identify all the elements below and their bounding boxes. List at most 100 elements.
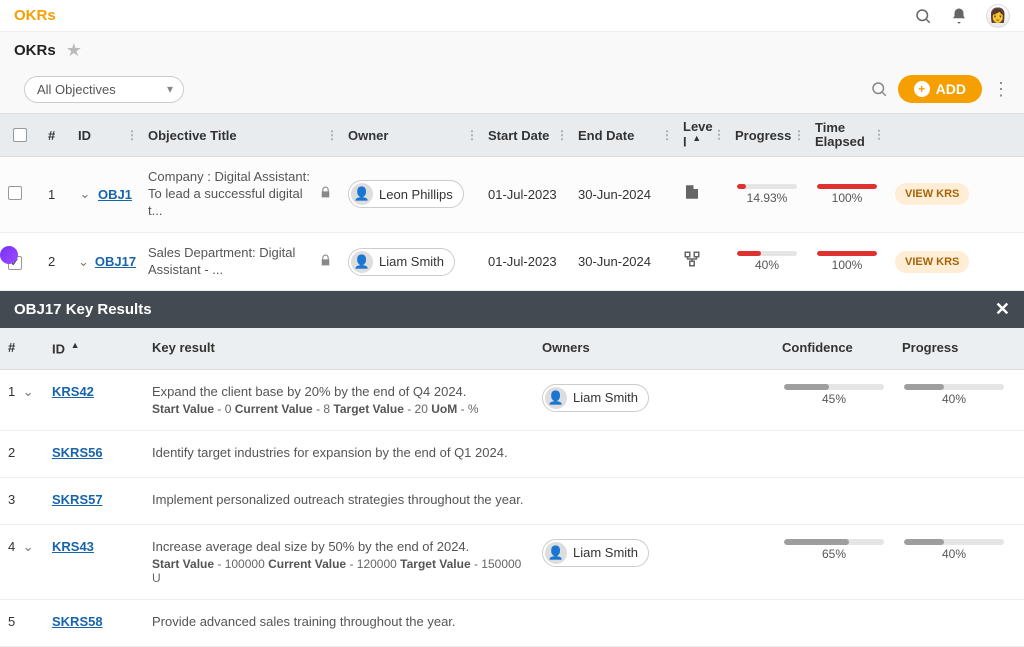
key-results-table-header: # ID ▲ Key result Owners Confidence Prog…: [0, 328, 1024, 369]
top-bar: OKRs 👩: [0, 0, 1024, 32]
keyresult-title: Expand the client base by 20% by the end…: [152, 384, 526, 399]
owner-name: Leon Phillips: [379, 187, 453, 202]
keyresult-meta: Start Value - 100000 Current Value - 120…: [152, 557, 526, 585]
kr-header-confidence[interactable]: Confidence: [774, 334, 894, 362]
kr-row-num: 1: [8, 384, 15, 399]
keyresult-link[interactable]: KRS43: [52, 539, 94, 554]
view-krs-button[interactable]: VIEW KRS: [895, 251, 969, 273]
keyresult-link[interactable]: KRS42: [52, 384, 94, 399]
header-owner[interactable]: Owner⋮: [340, 122, 480, 149]
list-item: 1 ⌄ KRS42 Expand the client base by 20% by …: [0, 370, 1024, 431]
chevron-down-icon[interactable]: ⌄: [21, 384, 35, 400]
plus-icon: +: [914, 81, 930, 97]
time-elapsed-value: 100%: [832, 258, 863, 272]
keyresult-link[interactable]: SKRS57: [52, 492, 103, 507]
chevron-down-icon[interactable]: ⌄: [78, 254, 89, 270]
owner-name: Liam Smith: [573, 545, 638, 560]
header-start-date[interactable]: Start Date⋮: [480, 122, 570, 149]
lock-icon: [319, 254, 332, 270]
key-results-panel-header: OBJ17 Key Results ✕: [0, 291, 1024, 328]
objectives-table-body: 1 ⌄ OBJ1 Company : Digital Assistant: To le…: [0, 157, 1024, 291]
objectives-table-header: # ID⋮ Objective Title⋮ Owner⋮ Start Date…: [0, 113, 1024, 157]
header-title[interactable]: Objective Title⋮: [140, 122, 340, 149]
end-date: 30-Jun-2024: [570, 183, 675, 206]
header-time-elapsed[interactable]: TimeElapsed⋮: [807, 115, 887, 156]
bell-icon[interactable]: [950, 7, 968, 25]
kr-row-num: 3: [8, 492, 15, 507]
owner-pill[interactable]: 👤 Liam Smith: [348, 248, 455, 276]
progress-value: 40%: [755, 258, 779, 272]
kr-row-num: 4: [8, 539, 15, 554]
list-item: 4 ⌄ KRS43 Increase average deal size by 50%…: [0, 525, 1024, 600]
owner-name: Liam Smith: [573, 390, 638, 405]
owner-pill[interactable]: 👤 Leon Phillips: [348, 180, 464, 208]
search-icon[interactable]: [914, 7, 932, 25]
table-search-icon[interactable]: [870, 80, 888, 98]
keyresult-title: Implement personalized outreach strategi…: [152, 492, 526, 507]
header-end-date[interactable]: End Date⋮: [570, 122, 675, 149]
end-date: 30-Jun-2024: [570, 250, 675, 273]
level-icon: [683, 188, 701, 205]
confidence-value: 65%: [822, 547, 846, 561]
kr-header-id[interactable]: ID ▲: [44, 334, 144, 362]
header-progress[interactable]: Progress⋮: [727, 122, 807, 149]
user-avatar[interactable]: 👩: [986, 4, 1010, 28]
add-button[interactable]: + ADD: [898, 75, 982, 103]
color-tag-dot: [0, 246, 18, 264]
owner-pill[interactable]: 👤 Liam Smith: [542, 384, 649, 412]
kr-row-num: 2: [8, 445, 15, 460]
owner-avatar-icon: 👤: [545, 387, 567, 409]
keyresult-title: Provide advanced sales training througho…: [152, 614, 526, 629]
objective-filter-label: All Objectives: [37, 82, 116, 97]
owner-avatar-icon: 👤: [545, 542, 567, 564]
close-icon[interactable]: ✕: [995, 299, 1010, 320]
app-title: OKRs: [14, 7, 56, 24]
row-num: 2: [40, 250, 70, 273]
kr-header-progress[interactable]: Progress: [894, 334, 1014, 362]
favorite-star-icon[interactable]: ★: [66, 40, 82, 61]
owner-avatar-icon: 👤: [351, 251, 373, 273]
action-bar: All Objectives + ADD ⋮: [0, 69, 1024, 113]
objective-title: Company : Digital Assistant: To lead a s…: [148, 169, 313, 220]
page-title: OKRs: [14, 42, 56, 59]
owner-name: Liam Smith: [379, 254, 444, 269]
row-num: 1: [40, 183, 70, 206]
table-row: 1 ⌄ OBJ1 Company : Digital Assistant: To le…: [0, 157, 1024, 233]
kr-header-owners[interactable]: Owners: [534, 334, 774, 362]
start-date: 01-Jul-2023: [480, 183, 570, 206]
kr-header-keyresult[interactable]: Key result: [144, 334, 534, 362]
progress-value: 40%: [942, 547, 966, 561]
add-button-label: ADD: [936, 81, 966, 97]
start-date: 01-Jul-2023: [480, 250, 570, 273]
header-level[interactable]: Level ▲⋮: [675, 114, 727, 156]
objective-filter-dropdown[interactable]: All Objectives: [24, 76, 184, 103]
view-krs-button[interactable]: VIEW KRS: [895, 183, 969, 205]
list-item: 5 SKRS58 Provide advanced sales training t…: [0, 600, 1024, 647]
lock-icon: [319, 186, 332, 202]
progress-value: 14.93%: [747, 191, 788, 205]
kr-row-num: 5: [8, 614, 15, 629]
confidence-value: 45%: [822, 392, 846, 406]
row-checkbox[interactable]: [8, 186, 22, 200]
panel-title: OBJ17 Key Results: [14, 301, 152, 318]
objective-link[interactable]: OBJ1: [98, 187, 132, 202]
keyresult-title: Increase average deal size by 50% by the…: [152, 539, 526, 554]
keyresult-link[interactable]: SKRS56: [52, 445, 103, 460]
keyresult-meta: Start Value - 0 Current Value - 8 Target…: [152, 402, 526, 416]
level-icon: [683, 255, 701, 272]
chevron-down-icon[interactable]: ⌄: [21, 539, 35, 555]
objective-title: Sales Department: Digital Assistant - ..…: [148, 245, 313, 279]
progress-value: 40%: [942, 392, 966, 406]
owner-pill[interactable]: 👤 Liam Smith: [542, 539, 649, 567]
kr-header-num[interactable]: #: [0, 334, 44, 362]
sub-header: OKRs ★: [0, 32, 1024, 69]
key-results-table-body: 1 ⌄ KRS42 Expand the client base by 20% by …: [0, 370, 1024, 647]
header-checkbox-col[interactable]: [0, 122, 40, 148]
more-menu-icon[interactable]: ⋮: [992, 79, 1010, 100]
header-id[interactable]: ID⋮: [70, 122, 140, 149]
keyresult-link[interactable]: SKRS58: [52, 614, 103, 629]
objective-link[interactable]: OBJ17: [95, 254, 136, 269]
chevron-down-icon[interactable]: ⌄: [78, 186, 92, 202]
owner-avatar-icon: 👤: [351, 183, 373, 205]
header-num[interactable]: #: [40, 122, 70, 149]
